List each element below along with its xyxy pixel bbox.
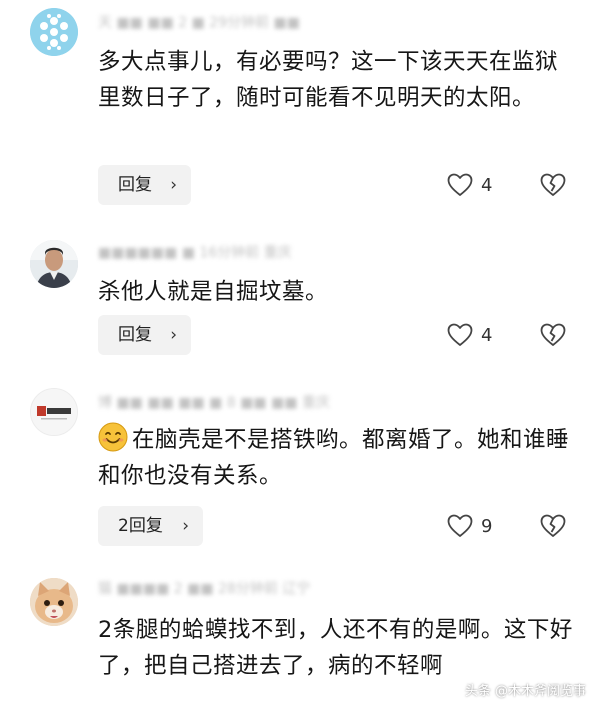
person-avatar-icon: [30, 240, 78, 288]
heart-outline-icon: [447, 323, 473, 346]
broken-heart-icon: [540, 514, 566, 537]
like-count: 9: [481, 515, 493, 537]
comment-text-body: 在脑壳是不是搭铁哟。都离婚了。她和谁睡和你也没有关系。: [98, 427, 570, 489]
avatar[interactable]: [30, 240, 78, 288]
comment-text: 杀他人就是自掘坟墓。: [98, 279, 329, 305]
chevron-right-icon: ›: [182, 516, 189, 536]
logo-avatar-icon: [31, 389, 77, 435]
broken-heart-icon: [540, 173, 566, 196]
avatar[interactable]: [30, 388, 78, 436]
snowflake-avatar-icon: [30, 8, 78, 56]
dislike-button[interactable]: [540, 315, 566, 355]
like-button[interactable]: 4: [447, 315, 501, 355]
like-button[interactable]: 9: [447, 506, 501, 546]
dislike-button[interactable]: [540, 506, 566, 546]
heart-outline-icon: [447, 173, 473, 196]
like-button[interactable]: 4: [447, 165, 501, 205]
reply-button[interactable]: 回复 ›: [98, 165, 191, 205]
comment-text: 多大点事儿，有必要吗？这一下该天天在监狱里数日子了，随时可能看不见明天的太阳。: [98, 49, 559, 111]
reply-label: 回复: [118, 175, 152, 195]
heart-outline-icon: [447, 514, 473, 537]
comment-meta: 天 ■■ ■■ 2 ■ 29分钟前 ■■: [98, 15, 301, 31]
avatar[interactable]: [30, 578, 78, 626]
chevron-right-icon: ›: [170, 325, 177, 345]
comment-meta: ■■■■■■ ■ 16分钟前 重庆: [98, 245, 292, 261]
smiling-face-emoji-icon: [98, 422, 128, 452]
comment-meta: 猫 ■■■■ 2 ■■ 28分钟前 辽宁: [98, 581, 311, 597]
reply-label: 回复: [118, 325, 152, 345]
like-count: 4: [481, 324, 493, 346]
chevron-right-icon: ›: [170, 175, 177, 195]
comment-text: 2条腿的蛤蟆找不到，人还不有的是啊。这下好了，把自己搭进去了，病的不轻啊: [98, 617, 573, 679]
reply-label: 2回复: [118, 516, 163, 536]
like-count: 4: [481, 174, 493, 196]
broken-heart-icon: [540, 323, 566, 346]
comment-meta: 博 ■■ ■■ ■■ ■ 8 ■■ ■■ 重庆: [98, 395, 331, 411]
watermark: 头条 @木木斧阅览事: [464, 684, 586, 699]
cat-avatar-icon: [30, 578, 78, 626]
reply-button[interactable]: 回复 ›: [98, 315, 191, 355]
avatar[interactable]: [30, 8, 78, 56]
reply-button[interactable]: 2回复 ›: [98, 506, 203, 546]
comment-text: 在脑壳是不是搭铁哟。都离婚了。她和谁睡和你也没有关系。: [98, 422, 578, 494]
dislike-button[interactable]: [540, 165, 566, 205]
